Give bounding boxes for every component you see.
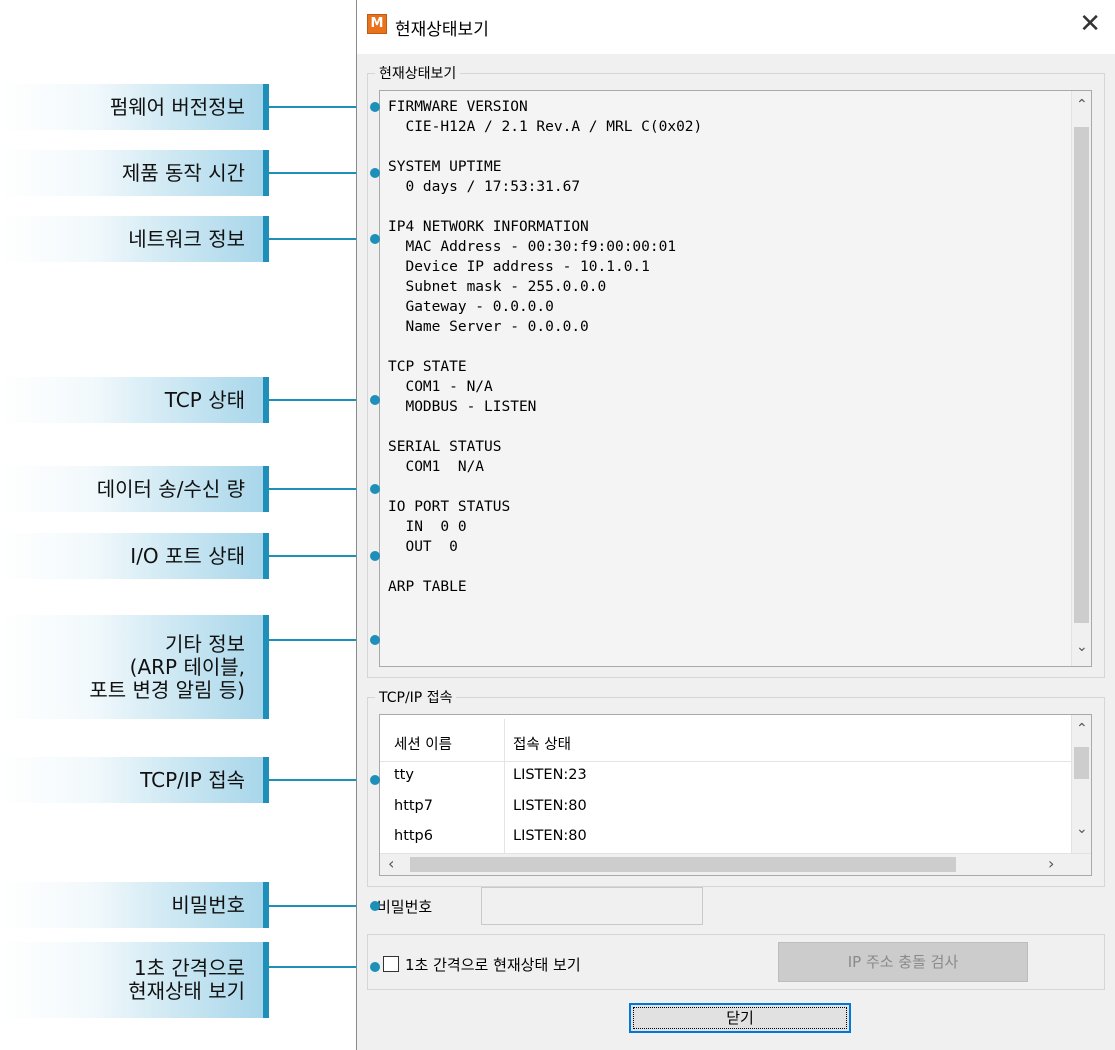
callout-label: TCP 상태 (164, 387, 245, 412)
callout-label: 제품 동작 시간 (121, 160, 245, 185)
callout-label: 포트 변경 알림 등) (89, 677, 245, 702)
callout-label: (ARP 테이블, (129, 654, 245, 679)
password-label: 비밀번호 (377, 898, 433, 916)
header-divider (380, 761, 1073, 762)
callout-other-info: 기타 정보 (ARP 테이블, 포트 변경 알림 등) (0, 615, 269, 719)
close-button-label: 닫기 (726, 1009, 754, 1027)
window-title: 현재상태보기 (395, 20, 489, 40)
callout-label: TCP/IP 접속 (140, 767, 245, 792)
connector-dot (370, 901, 380, 911)
status-dialog: M 현재상태보기 ✕ 현재상태보기 FIRMWARE VERSION CIE-H… (356, 0, 1115, 1050)
callout-label: I/O 포트 상태 (130, 543, 245, 568)
column-header-connection-state[interactable]: 접속 상태 (513, 733, 571, 754)
callout-tcp-state: TCP 상태 (0, 377, 269, 423)
callout-system-uptime: 제품 동작 시간 (0, 150, 269, 196)
scroll-left-arrow-icon[interactable]: ‹ (388, 854, 394, 873)
session-name-cell: http7 (394, 798, 433, 814)
callout-firmware-version: 펌웨어 버전정보 (0, 84, 269, 130)
connector-dot (370, 234, 380, 244)
connector-dot (370, 168, 380, 178)
callout-tcpip-connections: TCP/IP 접속 (0, 757, 269, 803)
status-vertical-scrollbar[interactable]: ⌃ ⌄ (1071, 91, 1091, 666)
scroll-up-arrow-icon[interactable]: ⌃ (1076, 721, 1088, 737)
connector-dot (370, 962, 380, 972)
scrollbar-thumb[interactable] (410, 857, 956, 872)
callout-auto-refresh: 1초 간격으로 현재상태 보기 (0, 942, 269, 1018)
status-text: FIRMWARE VERSION CIE-H12A / 2.1 Rev.A / … (388, 99, 703, 595)
connection-list[interactable]: 세션 이름 접속 상태 tty LISTEN:23 http7 LISTEN:8… (379, 714, 1092, 876)
callout-password: 비밀번호 (0, 882, 269, 928)
title-bar: M 현재상태보기 ✕ (357, 0, 1115, 54)
auto-refresh-label[interactable]: 1초 간격으로 현재상태 보기 (405, 954, 581, 975)
status-textbox[interactable]: FIRMWARE VERSION CIE-H12A / 2.1 Rev.A / … (379, 90, 1092, 667)
callout-label: 1초 간격으로 (133, 956, 245, 980)
connection-state-cell: LISTEN:23 (513, 767, 587, 783)
app-icon: M (367, 14, 387, 34)
connector-dot (370, 102, 380, 112)
auto-refresh-checkbox[interactable] (383, 956, 399, 972)
close-button[interactable]: 닫기 (629, 1003, 851, 1033)
scroll-down-arrow-icon[interactable]: ⌄ (1076, 821, 1088, 837)
connector-dot (370, 484, 380, 494)
status-group-label: 현재상태보기 (375, 63, 461, 83)
scrollbar-thumb[interactable] (1074, 747, 1089, 779)
connection-state-cell: LISTEN:80 (513, 798, 587, 814)
connector-dot (370, 635, 380, 645)
callout-label: 현재상태 보기 (128, 979, 245, 1003)
scroll-up-arrow-icon[interactable]: ⌃ (1076, 97, 1088, 113)
connection-vertical-scrollbar[interactable]: ⌃ ⌄ (1071, 715, 1091, 855)
callout-label: 기타 정보 (165, 631, 245, 656)
password-input[interactable] (481, 887, 703, 925)
callout-label: 데이터 송/수신 량 (96, 476, 245, 501)
connector-dot (370, 551, 380, 561)
connector-dot (370, 775, 380, 785)
scroll-right-arrow-icon[interactable]: › (1048, 854, 1054, 873)
session-name-cell: http6 (394, 828, 433, 844)
connector-dot (370, 395, 380, 405)
scroll-down-arrow-icon[interactable]: ⌄ (1076, 639, 1088, 655)
callout-label: 네트워크 정보 (128, 226, 245, 251)
callout-io-port-state: I/O 포트 상태 (0, 533, 269, 579)
connection-state-cell: LISTEN:80 (513, 828, 587, 844)
callout-network-info: 네트워크 정보 (0, 216, 269, 262)
close-icon[interactable]: ✕ (1079, 10, 1101, 38)
callout-label: 펌웨어 버전정보 (109, 94, 245, 119)
scrollbar-thumb[interactable] (1074, 127, 1089, 623)
session-name-cell: tty (394, 767, 414, 783)
callout-label: 비밀번호 (171, 892, 245, 917)
connection-horizontal-scrollbar[interactable]: ‹ › (380, 853, 1091, 875)
column-divider (504, 719, 505, 854)
column-header-session-name[interactable]: 세션 이름 (394, 733, 452, 754)
tcpip-group-label: TCP/IP 접속 (375, 687, 457, 707)
callout-data-traffic: 데이터 송/수신 량 (0, 466, 269, 512)
ip-conflict-check-button[interactable]: IP 주소 충돌 검사 (778, 942, 1028, 982)
